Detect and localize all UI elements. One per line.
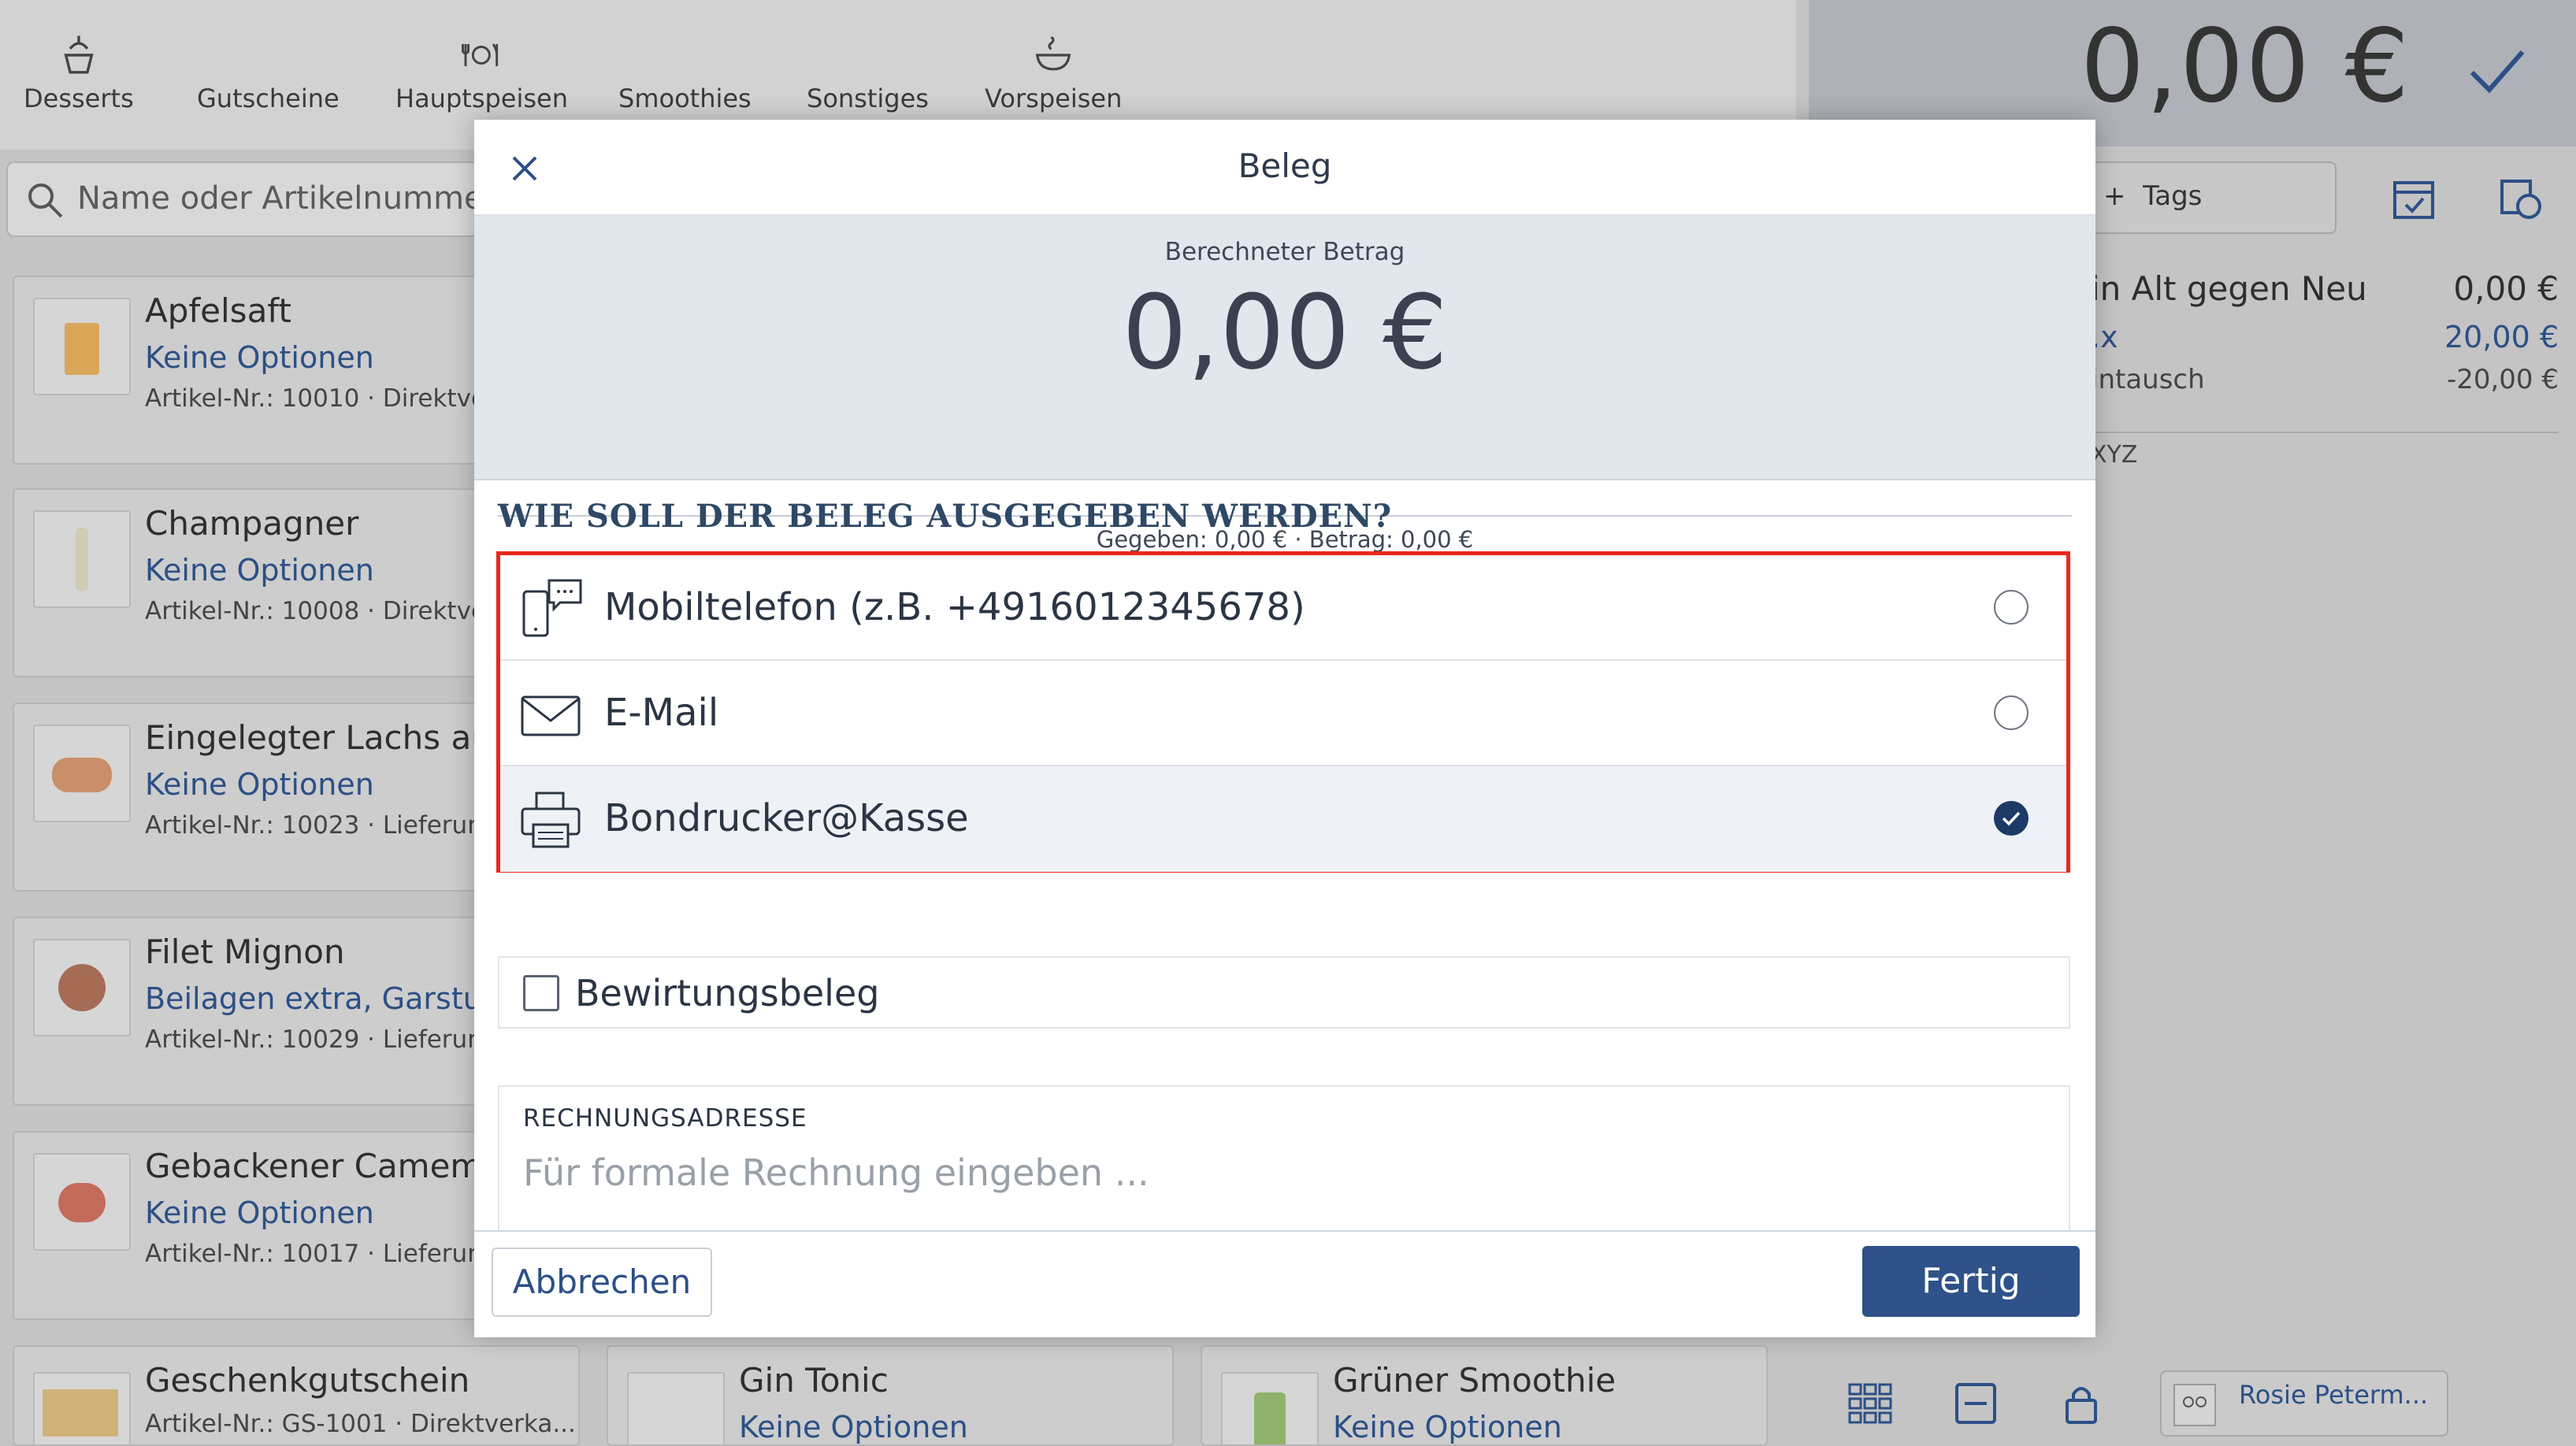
check-icon	[2002, 811, 2021, 826]
dialog-title: Beleg	[1238, 146, 1332, 185]
option-printer[interactable]: Bondrucker@Kasse	[500, 766, 2066, 872]
radio-mobile[interactable]	[1994, 590, 2029, 625]
entertainment-receipt-row[interactable]: Bewirtungsbeleg	[498, 956, 2070, 1029]
cart-item-price: 0,00 €	[2453, 269, 2559, 308]
product-image	[33, 1153, 131, 1251]
voucher-icon	[246, 32, 290, 79]
product-article: Artikel-Nr.: 10017 · Lieferung	[145, 1240, 499, 1268]
cart-item-price: 20,00 €	[2444, 320, 2559, 354]
tags-label: + Tags	[2103, 180, 2203, 212]
product-article: Artikel-Nr.: 10023 · Lieferung	[145, 811, 499, 840]
radio-printer[interactable]	[1994, 801, 2029, 836]
grid-icon[interactable]	[1847, 1380, 1894, 1427]
cart-footer-text: XYZ	[2091, 441, 2138, 469]
misc-icon	[845, 32, 889, 79]
product-title: Filet Mignon	[145, 932, 345, 971]
amount-label: Berechneter Betrag	[1164, 238, 1405, 266]
printer-icon	[521, 792, 581, 848]
product-title: Gin Tonic	[739, 1361, 889, 1400]
product-title: Champagner	[145, 504, 359, 543]
billing-address-field[interactable]: RECHNUNGSADRESSE Für formale Rechnung ei…	[498, 1085, 2070, 1240]
product-card[interactable]: Gin Tonic Keine Optionen	[607, 1345, 1174, 1446]
dialog-header: Beleg	[474, 120, 2095, 216]
category-vorspeisen[interactable]: Vorspeisen	[985, 32, 1122, 113]
option-mobile[interactable]: Mobiltelefon (z.B. +4916012345678)	[500, 555, 2066, 661]
category-label: Hauptspeisen	[395, 83, 569, 113]
mobile-phone-icon	[522, 579, 582, 637]
search-field[interactable]: Name oder Artikelnummer ei	[6, 161, 535, 237]
cart-item-name: in Alt gegen Neu	[2091, 269, 2367, 308]
product-title: Apfelsaft	[145, 291, 291, 330]
search-input[interactable]: Name oder Artikelnummer ei	[77, 180, 535, 217]
product-options: Keine Optionen	[145, 1196, 374, 1230]
product-image	[33, 1372, 131, 1444]
category-label: Desserts	[24, 83, 134, 113]
cancel-button[interactable]: Abbrechen	[492, 1248, 712, 1317]
cart-item-price: -20,00 €	[2446, 364, 2559, 395]
checkmark-icon[interactable]	[2466, 44, 2529, 99]
soup-bowl-icon	[1035, 35, 1071, 71]
product-card[interactable]: Geschenkgutschein Artikel-Nr.: GS-1001 ·…	[13, 1345, 580, 1446]
product-image	[33, 939, 131, 1036]
option-email[interactable]: E-Mail	[500, 661, 2066, 766]
category-gutscheine[interactable]: Gutscheine	[197, 32, 340, 113]
product-image	[33, 725, 131, 822]
entertainment-receipt-checkbox[interactable]	[523, 975, 559, 1011]
product-article: Artikel-Nr.: 10029 · Lieferung	[145, 1025, 499, 1054]
product-title: Grüner Smoothie	[1333, 1361, 1616, 1400]
billing-address-label: RECHNUNGSADRESSE	[523, 1104, 807, 1133]
option-label: Bondrucker@Kasse	[604, 796, 969, 840]
envelope-icon	[521, 695, 581, 736]
billing-address-input[interactable]: Für formale Rechnung eingeben ...	[523, 1151, 1149, 1194]
amount-value: 0,00 €	[1122, 273, 1448, 392]
cart-total: 0,00 €	[2080, 8, 2411, 125]
product-image	[1221, 1372, 1319, 1444]
lock-icon[interactable]	[2058, 1380, 2105, 1427]
receipt-dialog: Beleg Berechneter Betrag 0,00 € Gegeben:…	[474, 120, 2095, 1337]
product-options: Keine Optionen	[145, 553, 374, 588]
radio-email[interactable]	[1994, 695, 2029, 730]
search-icon	[28, 184, 63, 218]
output-options: Mobiltelefon (z.B. +4916012345678) E-Mai…	[496, 551, 2070, 873]
user-button[interactable]: Rosie Peterm...	[2160, 1370, 2448, 1437]
product-image	[33, 510, 131, 608]
cart-item-name: intausch	[2091, 364, 2205, 395]
calendar-icon[interactable]	[2390, 175, 2437, 222]
category-smoothies[interactable]: Smoothies	[618, 32, 752, 113]
category-label: Vorspeisen	[985, 83, 1123, 113]
user-name: Rosie Peterm...	[2239, 1380, 2429, 1410]
output-question: WIE SOLL DER BELEG AUSGEGEBEN WERDEN?	[498, 498, 1393, 535]
entertainment-receipt-label: Bewirtungsbeleg	[575, 972, 880, 1014]
category-label: Sonstiges	[807, 83, 929, 113]
dessert-icon	[64, 35, 94, 74]
product-article: Artikel-Nr.: GS-1001 · Direktverka...	[145, 1410, 576, 1438]
minus-square-icon[interactable]	[1952, 1380, 1999, 1427]
product-options: Keine Optionen	[1333, 1410, 1562, 1444]
tags-button[interactable]: + Tags	[2064, 161, 2337, 234]
product-options: Keine Optionen	[739, 1410, 968, 1444]
category-sonstiges[interactable]: Sonstiges	[807, 32, 929, 113]
smoothie-icon	[663, 32, 707, 79]
product-image	[33, 298, 131, 395]
category-label: Smoothies	[618, 83, 752, 113]
cutlery-icon	[461, 43, 498, 66]
users-icon	[2173, 1384, 2216, 1426]
product-article: Artikel-Nr.: 10008 · Direktver	[145, 597, 496, 625]
category-desserts[interactable]: Desserts	[24, 32, 134, 113]
cart-divider	[2091, 432, 2559, 433]
product-options: Keine Optionen	[145, 340, 374, 375]
done-button[interactable]: Fertig	[1862, 1246, 2080, 1317]
product-card[interactable]: Grüner Smoothie Keine Optionen	[1201, 1345, 1768, 1446]
product-title: Geschenkgutschein	[145, 1361, 470, 1400]
amount-section: Berechneter Betrag 0,00 € Gegeben: 0,00 …	[474, 216, 2095, 553]
product-image	[627, 1372, 725, 1444]
category-hauptspeisen[interactable]: Hauptspeisen	[395, 32, 568, 113]
history-icon[interactable]	[2497, 175, 2544, 222]
option-label: E-Mail	[604, 691, 719, 735]
category-label: Gutscheine	[197, 83, 340, 113]
dialog-footer: Abbrechen Fertig	[474, 1230, 2095, 1337]
product-options: Keine Optionen	[145, 767, 374, 802]
product-article: Artikel-Nr.: 10010 · Direktver	[145, 384, 496, 413]
option-label: Mobiltelefon (z.B. +4916012345678)	[604, 585, 1305, 629]
